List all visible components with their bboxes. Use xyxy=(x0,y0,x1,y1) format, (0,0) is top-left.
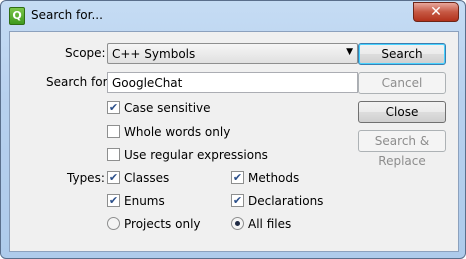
regex-checkbox[interactable] xyxy=(107,148,120,161)
case-sensitive-checkbox[interactable]: ✔ xyxy=(107,101,120,114)
whole-words-label: Whole words only xyxy=(124,125,231,139)
search-input[interactable] xyxy=(107,72,358,93)
methods-label: Methods xyxy=(248,171,300,185)
enums-label: Enums xyxy=(124,194,165,208)
case-sensitive-label: Case sensitive xyxy=(124,101,211,115)
enums-checkbox[interactable]: ✔ xyxy=(107,194,120,207)
projects-only-radio[interactable] xyxy=(107,217,120,230)
scope-selected-value: C++ Symbols xyxy=(112,47,196,61)
close-button[interactable]: Close xyxy=(358,101,446,123)
all-files-label: All files xyxy=(248,217,292,231)
radio-selected-dot xyxy=(235,221,240,226)
close-window-button[interactable]: ✕ xyxy=(413,2,459,22)
declarations-checkbox[interactable]: ✔ xyxy=(231,194,244,207)
dialog-body: Scope: C++ Symbols ▼ Search for: ✔ Case … xyxy=(9,31,459,252)
projects-only-label: Projects only xyxy=(124,217,201,231)
search-dialog-window: Q Search for... ✕ Scope: C++ Symbols ▼ S… xyxy=(0,0,466,259)
methods-checkbox[interactable]: ✔ xyxy=(231,171,244,184)
qt-creator-icon: Q xyxy=(9,7,25,25)
search-replace-button[interactable]: Search & Replace xyxy=(358,130,446,168)
declarations-label: Declarations xyxy=(248,194,324,208)
classes-checkbox[interactable]: ✔ xyxy=(107,171,120,184)
whole-words-checkbox[interactable] xyxy=(107,125,120,138)
search-for-label: Search for: xyxy=(46,75,112,89)
classes-label: Classes xyxy=(124,171,170,185)
scope-dropdown[interactable]: C++ Symbols ▼ xyxy=(107,43,358,64)
regex-label: Use regular expressions xyxy=(124,148,268,162)
close-icon: ✕ xyxy=(430,4,442,20)
cancel-button[interactable]: Cancel xyxy=(358,72,446,94)
all-files-radio[interactable] xyxy=(231,217,244,230)
chevron-down-icon: ▼ xyxy=(346,47,353,57)
search-button[interactable]: Search xyxy=(358,43,446,65)
title-bar[interactable]: Q Search for... ✕ xyxy=(1,1,465,31)
types-label: Types: xyxy=(67,171,105,185)
scope-label: Scope: xyxy=(65,46,106,60)
window-title: Search for... xyxy=(31,8,103,22)
